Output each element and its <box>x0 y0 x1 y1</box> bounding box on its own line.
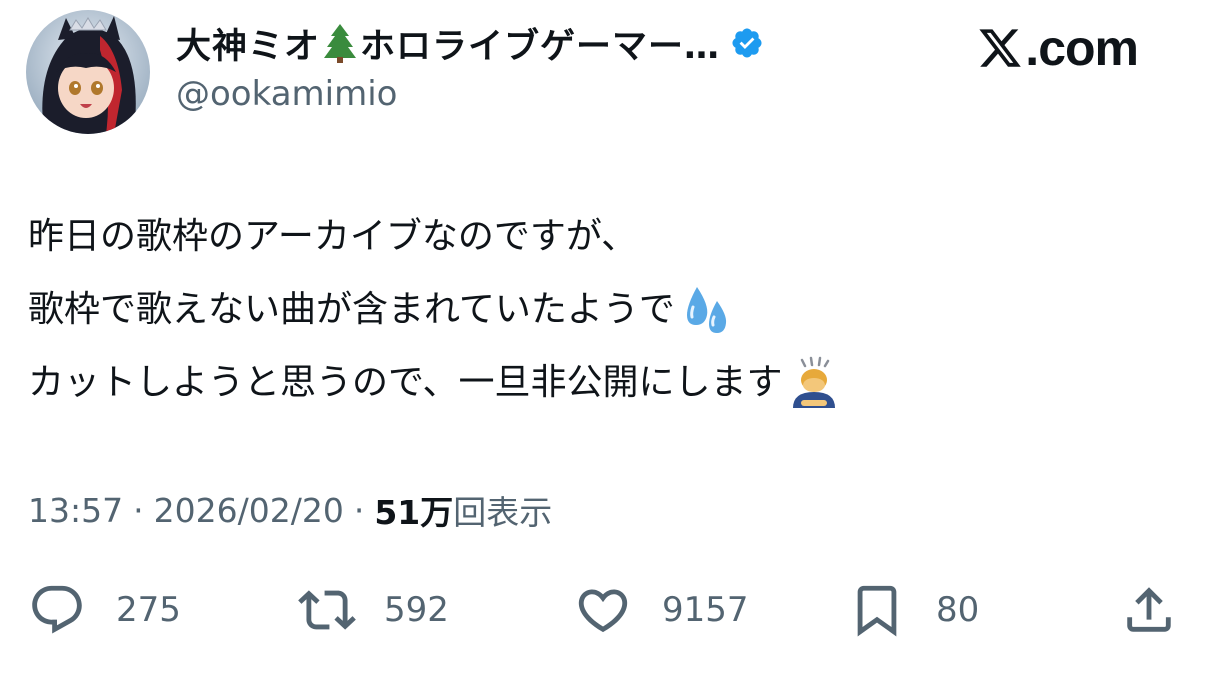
action-bar: 275 592 9157 80 <box>0 578 1206 642</box>
tweet-time[interactable]: 13:57 <box>28 491 123 530</box>
avatar[interactable] <box>26 10 150 134</box>
repost-button[interactable]: 592 <box>298 578 449 642</box>
repost-icon <box>298 590 356 630</box>
like-button[interactable]: 9157 <box>574 578 749 642</box>
heart-icon <box>578 589 628 633</box>
sweat-droplets-icon <box>679 283 733 337</box>
avatar-image <box>26 10 150 134</box>
reply-button[interactable]: 275 <box>28 578 181 642</box>
author-handle[interactable]: @ookamimio <box>176 74 397 114</box>
meta-separator: · <box>353 490 365 530</box>
bookmark-icon <box>857 585 897 637</box>
meta-separator: · <box>133 490 144 530</box>
tweet-date[interactable]: 2026/02/20 <box>154 491 344 530</box>
brand-logo: .com <box>977 18 1139 78</box>
brand-text: .com <box>1025 20 1139 76</box>
share-button[interactable] <box>1120 578 1178 642</box>
tweet-line: 昨日の歌枠のアーカイブなのですが、 <box>28 200 1178 273</box>
tweet-line: カットしようと思うので、一旦非公開にします <box>28 346 1178 419</box>
display-name-part2: ホロライブゲーマー… <box>360 26 721 67</box>
views-label: 回表示 <box>453 493 553 532</box>
repost-count: 592 <box>384 590 449 630</box>
reply-count: 275 <box>116 590 181 630</box>
share-icon <box>1127 587 1171 632</box>
verified-badge-icon <box>730 26 764 60</box>
tweet-line: 歌枠で歌えない曲が含まれていたようで <box>28 273 1178 346</box>
tweet-text: 昨日の歌枠のアーカイブなのですが、 歌枠で歌えない曲が含まれていたようで カット… <box>28 200 1178 419</box>
tweet-line-text: 歌枠で歌えない曲が含まれていたようで <box>28 289 675 330</box>
tweet-line-text: カットしようと思うので、一旦非公開にします <box>28 362 783 403</box>
tweet-line-text: 昨日の歌枠のアーカイブなのですが、 <box>28 216 638 257</box>
reply-icon <box>32 585 82 634</box>
bookmark-button[interactable]: 80 <box>848 578 979 642</box>
like-count: 9157 <box>662 590 749 630</box>
bookmark-count: 80 <box>936 590 980 630</box>
evergreen-tree-icon <box>322 22 358 64</box>
display-name[interactable]: 大神ミオ ホロライブゲーマー… <box>176 20 764 67</box>
tweet-meta: 13:57 · 2026/02/20 · 51万 回表示 <box>28 486 553 534</box>
views-count[interactable]: 51万 <box>374 486 453 534</box>
bowing-person-icon <box>787 356 841 410</box>
x-logo-icon <box>977 25 1023 71</box>
display-name-part1: 大神ミオ <box>176 26 321 67</box>
